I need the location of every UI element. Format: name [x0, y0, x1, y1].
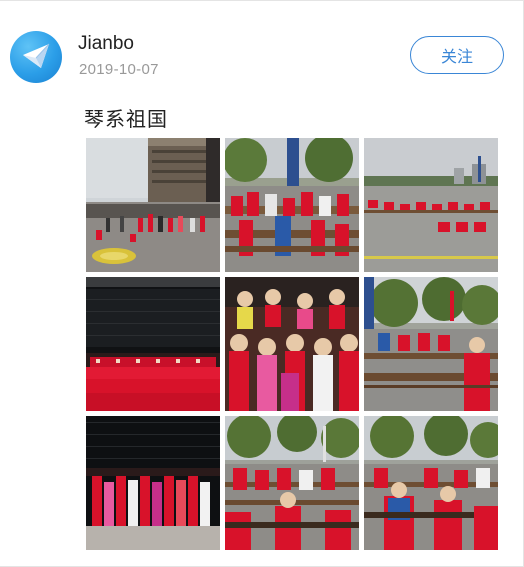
- photo-thumbnail-6[interactable]: [364, 277, 498, 411]
- photo-thumbnail-7[interactable]: [86, 416, 220, 550]
- photo-thumbnail-5[interactable]: [225, 277, 359, 411]
- photo-thumbnail-9[interactable]: [364, 416, 498, 550]
- follow-button[interactable]: 关注: [410, 36, 504, 74]
- photo-thumbnail-1[interactable]: [86, 138, 220, 272]
- photo-thumbnail-8[interactable]: [225, 416, 359, 550]
- paper-plane-icon: [19, 38, 53, 76]
- post-title: 琴系祖国: [84, 107, 168, 131]
- photo-thumbnail-2[interactable]: [225, 138, 359, 272]
- photo-grid: [86, 138, 498, 550]
- author-name[interactable]: Jianbo: [78, 33, 134, 55]
- frame-border-top: [0, 0, 524, 1]
- photo-thumbnail-4[interactable]: [86, 277, 220, 411]
- post-date: 2019-10-07: [79, 61, 159, 78]
- avatar[interactable]: [10, 31, 62, 83]
- photo-thumbnail-3[interactable]: [364, 138, 498, 272]
